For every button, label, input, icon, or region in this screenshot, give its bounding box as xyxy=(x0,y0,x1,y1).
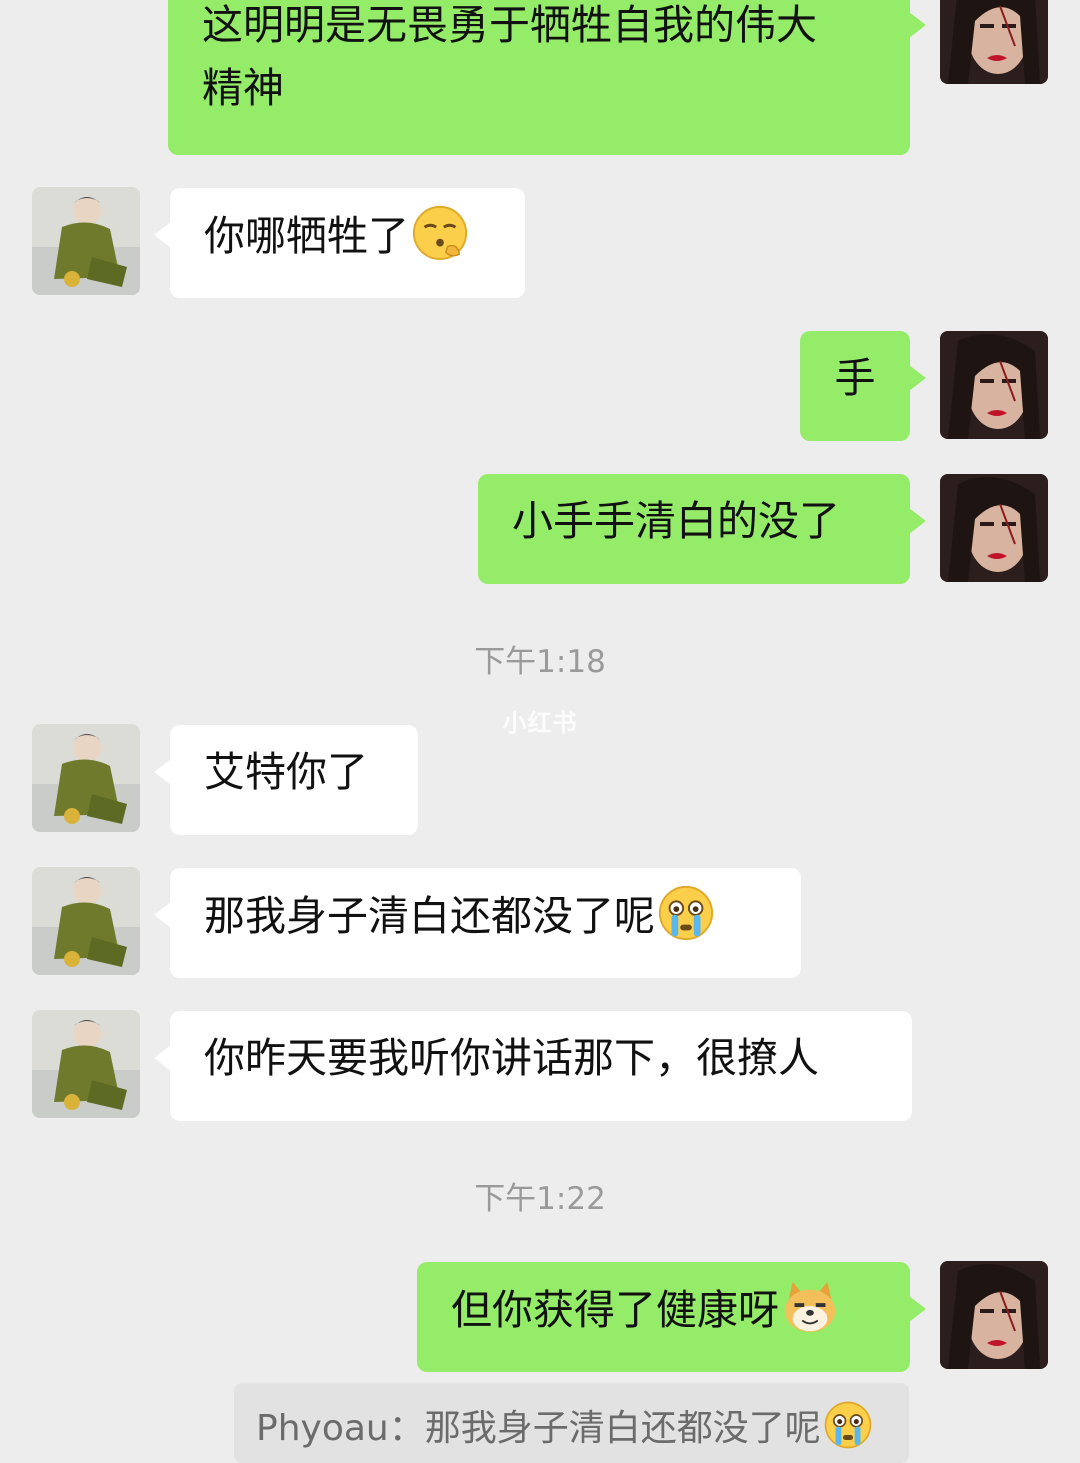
crying-face-emoji-icon xyxy=(823,1400,873,1450)
message-text: 但你获得了健康呀 xyxy=(451,1286,779,1334)
my-message-bubble[interactable]: 但你获得了健康呀 xyxy=(417,1262,926,1372)
contact-avatar[interactable] xyxy=(32,187,140,295)
message-text: 你昨天要我听你讲话那下，很撩人 xyxy=(204,1034,819,1082)
message-text: 艾特你了 xyxy=(204,748,368,796)
contact-message-bubble[interactable]: 你哪牺牲了 xyxy=(154,188,525,298)
message-text: 手 xyxy=(834,354,876,402)
contact-message-bubble[interactable]: 艾特你了 xyxy=(154,725,418,835)
my-avatar[interactable] xyxy=(940,331,1048,439)
contact-message-bubble[interactable]: 那我身子清白还都没了呢 xyxy=(154,868,801,978)
contact-avatar[interactable] xyxy=(32,724,140,832)
watermark: 小红书 xyxy=(502,709,578,737)
quoted-message[interactable]: Phyoau：那我身子清白还都没了呢 xyxy=(234,1383,909,1463)
message-text-line: 这明明是无畏勇于牺牲自我的伟大 xyxy=(202,1,817,49)
my-message-bubble[interactable]: 手 xyxy=(800,331,926,441)
doge-emoji-icon xyxy=(781,1278,839,1336)
quoted-text: Phyoau：那我身子清白还都没了呢 xyxy=(256,1408,821,1449)
message-text: 你哪牺牲了 xyxy=(204,212,409,260)
message-text: 那我身子清白还都没了呢 xyxy=(204,892,655,940)
my-message-bubble[interactable]: 这明明是无畏勇于牺牲自我的伟大 精神 xyxy=(168,0,926,155)
my-avatar[interactable] xyxy=(940,0,1048,84)
crying-face-emoji-icon xyxy=(657,884,715,942)
my-message-bubble[interactable]: 小手手清白的没了 xyxy=(478,474,926,584)
my-avatar[interactable] xyxy=(940,474,1048,582)
contact-avatar[interactable] xyxy=(32,867,140,975)
my-avatar[interactable] xyxy=(940,1261,1048,1369)
contact-message-bubble[interactable]: 你昨天要我听你讲话那下，很撩人 xyxy=(154,1011,912,1121)
message-text: 小手手清白的没了 xyxy=(512,497,840,545)
message-text-line: 精神 xyxy=(202,64,284,112)
contact-avatar[interactable] xyxy=(32,1010,140,1118)
chat-timestamp: 下午1:18 xyxy=(474,644,606,680)
smirking-face-emoji-icon xyxy=(411,204,469,262)
chat-timestamp: 下午1:22 xyxy=(474,1181,606,1217)
